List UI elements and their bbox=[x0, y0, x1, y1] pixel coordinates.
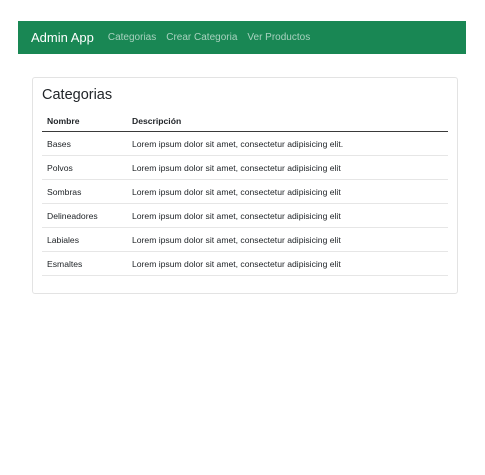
navbar: Admin App Categorias Crear Categoria Ver… bbox=[18, 21, 466, 54]
category-description: Lorem ipsum dolor sit amet, consectetur … bbox=[127, 131, 448, 156]
categories-card: Categorias Nombre Descripción Bases Lore… bbox=[32, 77, 458, 294]
nav-link-ver-productos[interactable]: Ver Productos bbox=[247, 32, 310, 43]
category-name: Labiales bbox=[42, 227, 127, 252]
category-name: Bases bbox=[42, 131, 127, 156]
nav-link-crear-categoria[interactable]: Crear Categoria bbox=[166, 32, 237, 43]
table-header-row: Nombre Descripción bbox=[42, 111, 448, 132]
category-description: Lorem ipsum dolor sit amet, consectetur … bbox=[127, 179, 448, 204]
category-name: Polvos bbox=[42, 155, 127, 180]
category-description: Lorem ipsum dolor sit amet, consectetur … bbox=[127, 155, 448, 180]
category-description: Lorem ipsum dolor sit amet, consectetur … bbox=[127, 203, 448, 228]
table-row: Esmaltes Lorem ipsum dolor sit amet, con… bbox=[42, 251, 448, 276]
table-row: Polvos Lorem ipsum dolor sit amet, conse… bbox=[42, 155, 448, 180]
table-row: Delineadores Lorem ipsum dolor sit amet,… bbox=[42, 203, 448, 228]
column-header-nombre: Nombre bbox=[42, 111, 127, 132]
category-description: Lorem ipsum dolor sit amet, consectetur … bbox=[127, 227, 448, 252]
nav-link-categorias[interactable]: Categorias bbox=[108, 32, 156, 43]
nav-links: Categorias Crear Categoria Ver Productos bbox=[108, 32, 320, 43]
column-header-descripcion: Descripción bbox=[127, 111, 448, 132]
page-title: Categorias bbox=[42, 87, 113, 103]
category-name: Esmaltes bbox=[42, 251, 127, 276]
category-name: Delineadores bbox=[42, 203, 127, 228]
category-name: Sombras bbox=[42, 179, 127, 204]
table-row: Labiales Lorem ipsum dolor sit amet, con… bbox=[42, 227, 448, 252]
category-description: Lorem ipsum dolor sit amet, consectetur … bbox=[127, 251, 448, 276]
table-row: Bases Lorem ipsum dolor sit amet, consec… bbox=[42, 131, 448, 156]
categories-table: Nombre Descripción Bases Lorem ipsum dol… bbox=[42, 111, 448, 276]
table-row: Sombras Lorem ipsum dolor sit amet, cons… bbox=[42, 179, 448, 204]
brand-link[interactable]: Admin App bbox=[31, 30, 94, 45]
